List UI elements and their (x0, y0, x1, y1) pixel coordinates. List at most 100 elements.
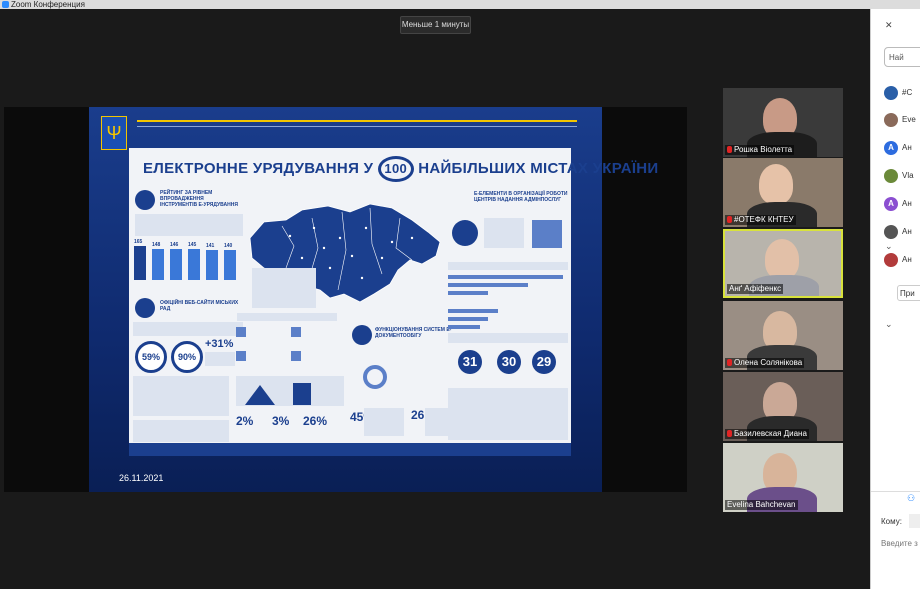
muted-mic-icon (727, 216, 732, 223)
chat-divider (871, 491, 920, 492)
rating-bar-label: 146 (170, 242, 179, 248)
video-tile-3-active[interactable]: Анґ Афіфенкс (723, 229, 843, 298)
user-icon[interactable]: ⚇ (907, 493, 915, 504)
avatar (884, 224, 898, 239)
video-tile-2[interactable]: #ОТЕФК КНТЕУ (723, 158, 843, 227)
video-tile-4[interactable]: Олена Солянікова (723, 301, 843, 370)
chat-input[interactable]: Введите з (881, 539, 918, 548)
participant-list-item[interactable]: #С (884, 83, 912, 103)
edoc-note-1 (364, 408, 404, 436)
info-icon-2 (291, 327, 301, 337)
section-admin-title: Е-ЕЛЕМЕНТИ В ОРГАНІЗАЦІЇ РОБОТИ ЦЕНТРІВ … (474, 191, 568, 203)
rating-bar-label: 145 (188, 242, 197, 248)
participant-name-6: Evelina Bahchevan (725, 500, 798, 510)
avatar: А (884, 140, 898, 155)
slide-date: 26.11.2021 (119, 473, 164, 483)
participant-list-item[interactable]: Ан (884, 222, 912, 242)
muted-mic-icon (727, 430, 732, 437)
rating-icon (135, 190, 155, 210)
pct-circle-2: 90% (171, 341, 203, 373)
admin-bar (448, 275, 563, 279)
map-legend (252, 268, 316, 308)
website-checklist-2 (133, 420, 229, 442)
info-icon-4 (291, 351, 301, 361)
admin-bar (448, 317, 488, 321)
section-edoc-title: ФУНКЦІОНУВАННЯ СИСТЕМ Е-ДОКУМЕНТООБІГУ (375, 327, 452, 339)
document-pencil-icon (532, 220, 562, 248)
video-tile-5[interactable]: Базилевская Диана (723, 372, 843, 441)
participant-list-item[interactable]: А Ан (884, 138, 912, 158)
admin-bar (448, 283, 528, 287)
participant-list-item[interactable]: А Ан (884, 194, 912, 214)
video-tile-1[interactable]: Рошка Віолетта (723, 88, 843, 157)
participant-list-item[interactable]: Ан (884, 250, 912, 270)
video-tile-6[interactable]: Evelina Bahchevan (723, 443, 843, 512)
zoom-app-icon (2, 1, 9, 8)
website-checklist (133, 376, 229, 416)
muted-mic-icon (727, 146, 732, 153)
infographic-title: ЕЛЕКТРОННЕ УРЯДУВАННЯ У 100 НАЙБІЛЬШИХ М… (143, 156, 658, 182)
participant-list-label: Vla (902, 171, 914, 180)
participant-name-3: Анґ Афіфенкс (727, 284, 784, 294)
participant-name-2: #ОТЕФК КНТЕУ (725, 215, 796, 225)
title-number: 100 (377, 156, 414, 182)
stat-2: 3% (272, 414, 290, 428)
section-websites-title: ОФІЦІЙНІ ВЕБ-САЙТИ МІСЬКИХ РАД (160, 300, 239, 312)
window-title: Zoom Конференция (11, 0, 85, 9)
participant-list-label: Ан (902, 255, 912, 264)
avatar (884, 112, 898, 127)
participant-name-1: Рошка Віолетта (725, 145, 795, 155)
count-circle-2: 30 (497, 350, 521, 374)
close-icon[interactable]: ✕ (885, 20, 893, 31)
stat-5: 26 (411, 408, 425, 422)
admin-pie (452, 220, 478, 246)
stat-1: 2% (236, 414, 254, 428)
rating-bar (134, 246, 146, 280)
avatar (884, 85, 898, 100)
participant-name-4: Олена Солянікова (725, 358, 805, 368)
rating-bar-label: 140 (224, 243, 233, 249)
rating-bar-chart: 165 148 146 145 141 140 (134, 239, 244, 280)
title-part-2: НАЙБІЛЬШИХ МІСТАХ УКРАЇНИ (418, 160, 659, 177)
slide-divider (137, 120, 577, 122)
chat-to-label: Кому: (881, 517, 902, 526)
participant-list-label: #С (902, 88, 913, 97)
slide-divider-thin (137, 126, 577, 127)
rating-bar-label: 165 (134, 239, 143, 245)
title-part-1: ЕЛЕКТРОННЕ УРЯДУВАННЯ У (143, 160, 374, 177)
info-heading-bar (237, 313, 337, 321)
admin-bar-title (448, 262, 568, 270)
panel-action-button[interactable]: При (897, 285, 920, 301)
avatar (884, 168, 898, 183)
participant-list-label: Ан (902, 227, 912, 236)
websites-text-block (133, 322, 243, 336)
rating-bar (152, 249, 164, 280)
pct-growth: +31% (205, 338, 234, 350)
participant-list-item[interactable]: Vla (884, 166, 914, 186)
avatar: А (884, 196, 898, 211)
admin-bar (448, 325, 480, 329)
stat-3: 26% (303, 414, 328, 428)
rating-bar-label: 141 (206, 243, 215, 249)
edoc-icon (352, 325, 372, 345)
participant-list-label: Eve (902, 115, 916, 124)
participant-search-input[interactable]: Най (884, 47, 920, 67)
growth-note (205, 352, 235, 366)
participant-list-item[interactable]: Eve (884, 110, 916, 130)
chat-recipient-select[interactable] (909, 514, 920, 528)
rating-bar (170, 249, 182, 280)
admin-bar (448, 291, 488, 295)
side-panel: ✕ Най #С Eve А Ан Vla А Ан Ан Ан ⌄ ⌄ При ⚇ Кому:… (870, 9, 920, 589)
participant-list-label: Ан (902, 199, 912, 208)
rating-bar (224, 250, 236, 280)
muted-mic-icon (727, 359, 732, 366)
access-title (448, 333, 568, 343)
participant-list-label: Ан (902, 143, 912, 152)
poster-footer (129, 443, 571, 456)
admin-checklist (448, 388, 568, 440)
chevron-down-icon-2[interactable]: ⌄ (885, 241, 893, 252)
chevron-down-icon[interactable]: ⌄ (885, 319, 893, 330)
websites-icon (135, 298, 155, 318)
time-notice: Меньше 1 минуты (400, 16, 471, 34)
participant-name-5: Базилевская Диана (725, 429, 809, 439)
